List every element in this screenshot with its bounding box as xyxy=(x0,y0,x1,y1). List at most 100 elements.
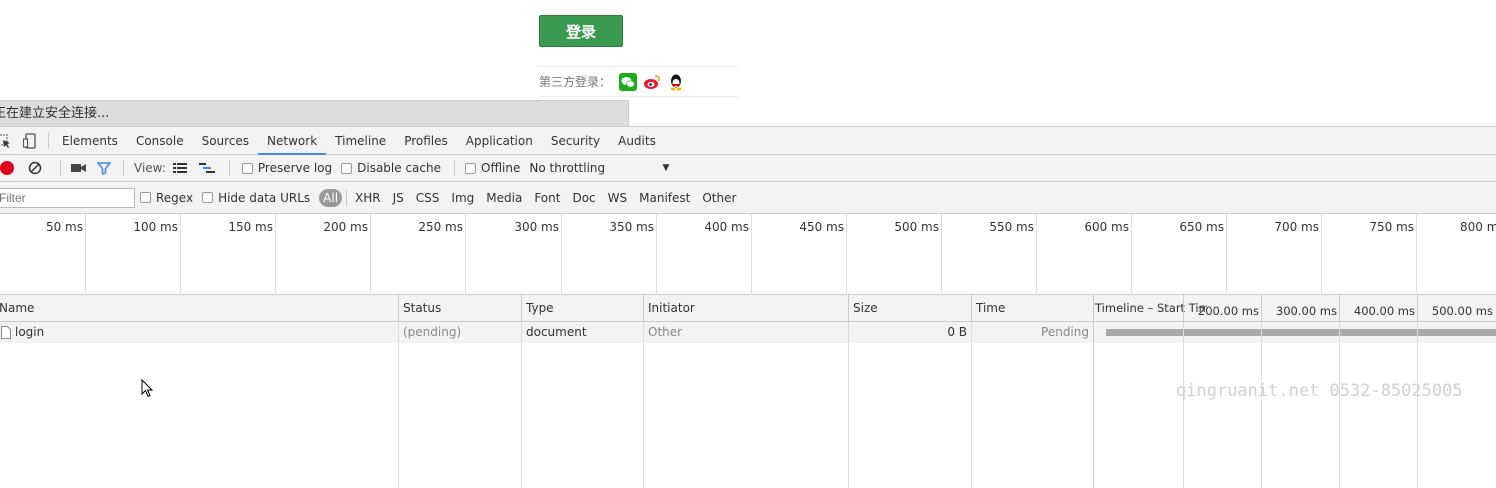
overview-gridline xyxy=(1036,214,1037,295)
column-divider xyxy=(398,322,399,488)
column-divider xyxy=(521,322,522,488)
filter-type-other[interactable]: Other xyxy=(696,191,742,205)
overview-tick-label: 150 ms xyxy=(228,220,273,234)
filter-type-img[interactable]: Img xyxy=(445,191,480,205)
preserve-log-toggle[interactable]: Preserve log xyxy=(241,161,333,175)
waterfall-icon[interactable] xyxy=(198,162,215,174)
login-button[interactable]: 登录 xyxy=(539,15,623,47)
filter-type-font[interactable]: Font xyxy=(528,191,566,205)
offline-checkbox[interactable] xyxy=(465,162,476,174)
filter-type-doc[interactable]: Doc xyxy=(566,191,601,205)
row-name-cell[interactable]: login xyxy=(0,322,397,343)
overview-tick-label: 350 ms xyxy=(609,220,654,234)
overview-gridline xyxy=(846,214,847,295)
offline-toggle[interactable]: Offline xyxy=(465,161,520,175)
overview-tick-label: 50 ms xyxy=(45,220,83,234)
timeline-gridline xyxy=(1417,322,1418,488)
column-name[interactable]: Name xyxy=(0,295,399,322)
overview-gridline xyxy=(1131,214,1132,295)
row-status: (pending) xyxy=(403,325,462,339)
regex-toggle[interactable]: Regex xyxy=(140,191,193,205)
overview-gridline xyxy=(1416,214,1417,295)
overview-gridline xyxy=(1226,214,1227,295)
row-initiator: Other xyxy=(648,325,683,339)
toolbar-separator xyxy=(454,160,455,176)
tab-elements[interactable]: Elements xyxy=(53,127,127,155)
timeline-tick-label: 400.00 ms xyxy=(1353,304,1415,318)
timeline-header-gridline xyxy=(1183,295,1184,322)
timeline-gridline xyxy=(1261,322,1262,488)
disable-cache-toggle[interactable]: Disable cache xyxy=(341,161,441,175)
throttling-select[interactable]: No throttling ▼ xyxy=(529,161,669,175)
third-party-label: 第三方登录： xyxy=(539,75,612,89)
overview-tick-label: 650 ms xyxy=(1179,220,1224,234)
column-initiator[interactable]: Initiator xyxy=(643,295,849,322)
filter-type-ws[interactable]: WS xyxy=(602,191,633,205)
dropdown-arrow-icon: ▼ xyxy=(662,163,670,173)
document-file-icon xyxy=(1,326,11,339)
overview-gridline xyxy=(180,214,181,295)
network-toolbar: View: Preserve log Disable cache Offline… xyxy=(0,155,1496,182)
filter-type-all[interactable]: All xyxy=(319,188,343,207)
record-icon[interactable] xyxy=(0,161,14,175)
filter-icon[interactable] xyxy=(97,161,111,175)
device-toolbar-icon[interactable] xyxy=(20,127,40,155)
filter-type-xhr[interactable]: XHR xyxy=(349,191,387,205)
tab-console[interactable]: Console xyxy=(127,127,193,155)
tab-timeline[interactable]: Timeline xyxy=(326,127,395,155)
tab-profiles[interactable]: Profiles xyxy=(395,127,457,155)
cursor-arrow-icon xyxy=(141,378,155,402)
filter-type-js[interactable]: JS xyxy=(387,191,410,205)
tab-network[interactable]: Network xyxy=(258,127,327,155)
filter-type-manifest[interactable]: Manifest xyxy=(633,191,696,205)
hide-data-urls-toggle[interactable]: Hide data URLs xyxy=(202,191,310,205)
overview-gridline xyxy=(751,214,752,295)
capture-screenshots-icon[interactable] xyxy=(71,162,87,174)
inspect-element-icon[interactable] xyxy=(0,127,14,155)
weibo-icon[interactable] xyxy=(643,73,661,91)
tab-sources[interactable]: Sources xyxy=(193,127,258,155)
tab-security[interactable]: Security xyxy=(542,127,609,155)
column-status[interactable]: Status xyxy=(398,295,522,322)
toolbar-separator xyxy=(228,160,230,176)
offline-label: Offline xyxy=(481,161,521,175)
filter-separator xyxy=(346,189,348,206)
overview-gridline xyxy=(656,214,657,295)
table-row[interactable]: login (pending) document Other 0 B Pendi… xyxy=(0,322,1496,343)
wechat-icon[interactable] xyxy=(619,72,638,91)
disable-cache-checkbox[interactable] xyxy=(341,162,353,174)
timeline-gridline xyxy=(1339,322,1340,488)
tab-separator xyxy=(48,132,49,149)
clear-icon[interactable] xyxy=(28,161,42,175)
network-overview[interactable]: 50 ms 100 ms 150 ms 200 ms 250 ms 300 ms 350 m… xyxy=(0,214,1496,295)
column-size[interactable]: Size xyxy=(848,295,972,322)
qq-icon[interactable] xyxy=(667,73,685,91)
timeline-header-gridline xyxy=(1339,295,1340,322)
tab-audits[interactable]: Audits xyxy=(609,127,665,155)
filter-type-media[interactable]: Media xyxy=(480,191,528,205)
column-type[interactable]: Type xyxy=(521,295,644,322)
large-rows-icon[interactable] xyxy=(172,162,187,174)
overview-gridline xyxy=(465,214,466,295)
column-time[interactable]: Time xyxy=(971,295,1094,322)
regex-label: Regex xyxy=(156,190,194,205)
row-name: login xyxy=(15,325,45,339)
column-divider xyxy=(1093,322,1094,488)
preserve-log-checkbox[interactable] xyxy=(241,162,253,174)
timeline-tick-label: 500.00 ms xyxy=(1431,304,1493,318)
overview-tick-label: 800 ms xyxy=(1460,220,1496,234)
overview-gridline xyxy=(85,214,86,295)
regex-checkbox[interactable] xyxy=(140,192,151,203)
overview-gridline xyxy=(1321,214,1322,295)
column-timeline[interactable]: Timeline – Start Time xyxy=(1093,295,1207,322)
toolbar-separator xyxy=(123,160,124,176)
view-label: View: xyxy=(134,161,166,175)
tab-application[interactable]: Application xyxy=(457,127,542,155)
filter-input[interactable] xyxy=(0,187,135,208)
preserve-log-label: Preserve log xyxy=(257,161,333,175)
timeline-gridline xyxy=(1183,322,1184,488)
filter-type-css[interactable]: CSS xyxy=(410,191,446,205)
devtools-panel: Elements Console Sources Network Timelin… xyxy=(0,126,1496,488)
hide-data-urls-checkbox[interactable] xyxy=(202,192,214,203)
toolbar-separator xyxy=(60,160,61,176)
